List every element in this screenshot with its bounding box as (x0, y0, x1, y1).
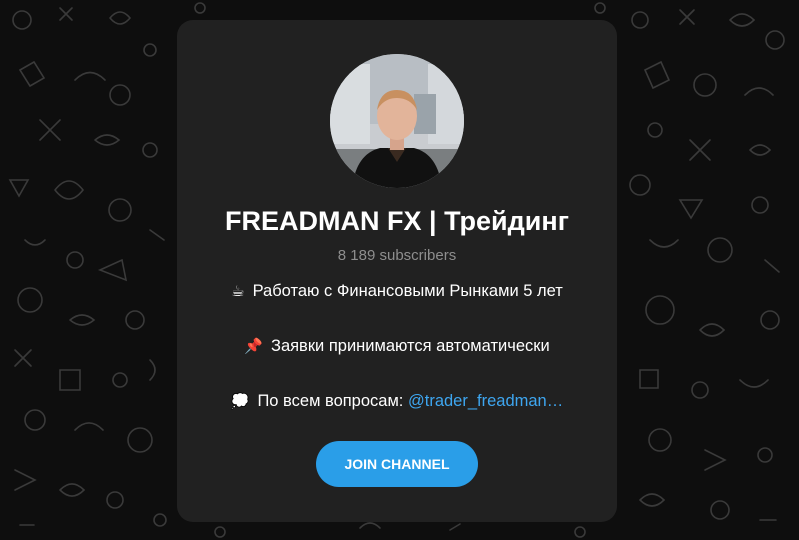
join-channel-button[interactable]: JOIN CHANNEL (316, 441, 478, 487)
channel-avatar (330, 54, 464, 188)
channel-card: FREADMAN FX | Трейдинг 8 189 subscribers… (177, 20, 617, 522)
description-line: ☕ Работаю с Финансовыми Рынками 5 лет (177, 282, 617, 301)
description-line: 📌 Заявки принимаются автоматически (177, 337, 617, 356)
pushpin-icon: 📌 (244, 338, 263, 355)
subscriber-count: 8 189 subscribers (337, 247, 457, 264)
description-text: Заявки принимаются автоматически (270, 337, 550, 355)
description-text: По всем вопросам: (257, 392, 408, 410)
thought-balloon-icon: 💭 (230, 393, 250, 410)
description-line: 💭 По всем вопросам: @trader_freadman… (177, 392, 617, 411)
description-text: Работаю с Финансовыми Рынками 5 лет (252, 282, 563, 300)
coffee-icon: ☕ (231, 283, 245, 300)
channel-title: FREADMAN FX | Трейдинг (225, 206, 569, 236)
username-link[interactable]: @trader_freadman… (408, 392, 563, 410)
